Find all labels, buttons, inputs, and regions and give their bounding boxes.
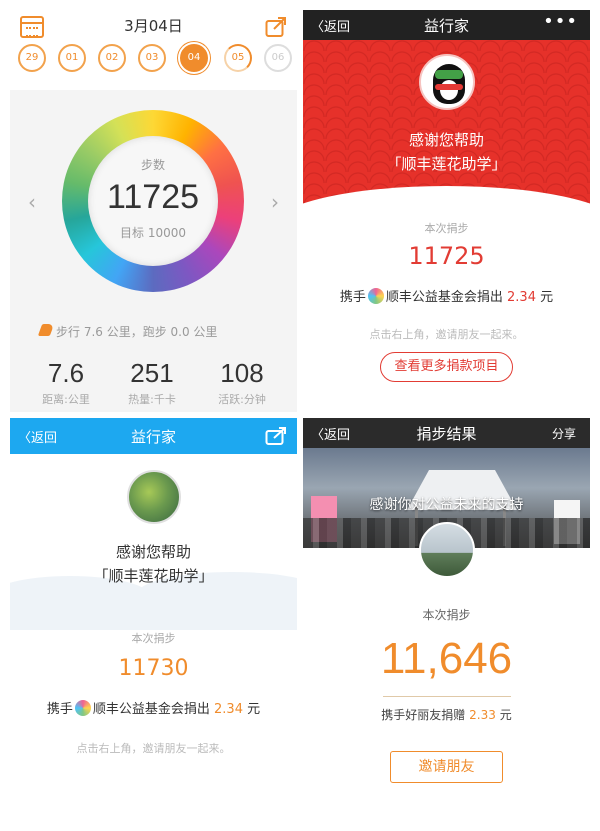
nav-title: 捐步结果 bbox=[416, 425, 477, 443]
invite-hint: 点击右上角，邀请朋友一起来。 bbox=[76, 742, 231, 755]
share-icon[interactable] bbox=[265, 426, 287, 446]
stat-label: 距离:公里 bbox=[42, 393, 90, 406]
donation-panel-blue: 〈返回 益行家 感谢您帮助 「顺丰莲花助学」 本次捐步 11730 携手 顺丰公益… bbox=[10, 418, 297, 818]
nav-bar: 〈返回 益行家 ••• bbox=[303, 10, 590, 40]
donor-unit: 元 bbox=[540, 290, 554, 305]
donor-line: 携手好丽友捐赠 2.33 元 bbox=[303, 706, 590, 723]
donor-unit: 元 bbox=[247, 702, 261, 717]
step-progress-ring: 步数 11725 目标 10000 bbox=[62, 110, 244, 292]
donor-amount: 2.34 bbox=[214, 702, 243, 717]
next-day-chevron-icon[interactable]: › bbox=[271, 190, 279, 214]
nav-title: 益行家 bbox=[130, 428, 176, 446]
day-04-selected[interactable]: 04 bbox=[180, 44, 208, 72]
donor-text: 携手好丽友捐赠 bbox=[381, 708, 466, 722]
charity-logo-icon bbox=[74, 700, 91, 716]
day-06: 06 bbox=[264, 44, 292, 72]
day-02[interactable]: 02 bbox=[98, 44, 126, 72]
thanks-message: 感谢您帮助 「顺丰莲花助学」 bbox=[10, 540, 297, 588]
invite-hint: 点击右上角，邀请朋友一起来。 bbox=[369, 328, 524, 341]
steps-value: 11725 bbox=[106, 178, 200, 216]
donate-label: 本次捐步 bbox=[422, 608, 471, 622]
steps-label: 步数 bbox=[140, 158, 165, 172]
donate-label: 本次捐步 bbox=[424, 222, 469, 235]
donor-unit: 元 bbox=[499, 708, 512, 722]
lake-avatar bbox=[419, 522, 475, 578]
more-projects-button[interactable]: 查看更多捐款项目 bbox=[380, 352, 513, 382]
nav-bar: 〈返回 益行家 bbox=[10, 418, 297, 454]
tracker-header: 3月04日 29 01 02 03 04 05 06 bbox=[10, 10, 297, 90]
donation-panel-red: 〈返回 益行家 ••• 感谢您帮助 「顺丰莲花助学」 本次捐步 11725 携手… bbox=[303, 10, 590, 412]
donor-amount: 2.33 bbox=[469, 708, 496, 722]
leaf-avatar bbox=[127, 470, 181, 524]
donate-steps-value: 11,646 bbox=[380, 634, 513, 683]
step-tracker-panel: 3月04日 29 01 02 03 04 05 06 ‹ › 步数 11725 … bbox=[10, 10, 297, 412]
thanks-line-1: 感谢您帮助 bbox=[408, 131, 484, 149]
nav-bar: 〈返回 捐步结果 分享 bbox=[303, 418, 590, 448]
donate-steps-value: 11730 bbox=[118, 656, 189, 681]
penguin-scarf bbox=[435, 84, 463, 90]
thanks-line-2: 「顺丰莲花助学」 bbox=[386, 155, 507, 173]
prev-day-chevron-icon[interactable]: ‹ bbox=[28, 190, 36, 214]
day-05[interactable]: 05 bbox=[224, 44, 252, 72]
penguin-belly bbox=[440, 80, 458, 100]
stat-distance: 7.6 距离:公里 bbox=[26, 358, 106, 407]
ring-center: 步数 11725 目标 10000 bbox=[88, 136, 218, 266]
steps-goal: 目标 10000 bbox=[120, 226, 186, 240]
stat-active: 108 活跃:分钟 bbox=[202, 358, 282, 407]
share-button[interactable]: 分享 bbox=[552, 425, 576, 442]
donor-prefix: 携手 bbox=[46, 702, 73, 717]
donor-line: 携手 顺丰公益基金会捐出 2.34 元 bbox=[303, 286, 590, 305]
day-03[interactable]: 03 bbox=[138, 44, 166, 72]
charity-logo-icon bbox=[367, 288, 384, 304]
divider bbox=[383, 696, 511, 697]
invite-friends-button[interactable]: 邀请朋友 bbox=[390, 751, 503, 783]
donor-org: 顺丰公益基金会捐出 bbox=[92, 702, 210, 717]
stat-calories: 251 热量:千卡 bbox=[112, 358, 192, 407]
date-title: 3月04日 bbox=[124, 17, 183, 35]
day-01[interactable]: 01 bbox=[58, 44, 86, 72]
donor-prefix: 携手 bbox=[339, 290, 366, 305]
stat-value: 251 bbox=[130, 358, 174, 388]
banner-text: 感谢你对公益未来的支持 bbox=[369, 497, 524, 513]
day-29[interactable]: 29 bbox=[18, 44, 46, 72]
stat-label: 活跃:分钟 bbox=[218, 393, 266, 406]
donor-org: 顺丰公益基金会捐出 bbox=[385, 290, 503, 305]
share-icon[interactable] bbox=[265, 16, 287, 38]
donate-steps-value: 11725 bbox=[408, 242, 485, 270]
more-dots-icon[interactable]: ••• bbox=[543, 11, 578, 32]
donation-result-panel: 〈返回 捐步结果 分享 感谢你对公益未来的支持 本次捐步 11,646 携手好丽… bbox=[303, 418, 590, 818]
hills-decoration bbox=[10, 572, 297, 630]
thanks-line-2: 「顺丰莲花助学」 bbox=[93, 567, 214, 585]
qq-penguin-avatar bbox=[419, 54, 475, 110]
shoe-icon bbox=[37, 324, 55, 336]
stat-label: 热量:千卡 bbox=[128, 393, 176, 406]
day-selector: 29 01 02 03 04 05 06 bbox=[18, 44, 292, 76]
thanks-line-1: 感谢您帮助 bbox=[115, 543, 191, 561]
penguin-glasses bbox=[435, 70, 463, 79]
donor-line: 携手 顺丰公益基金会捐出 2.34 元 bbox=[10, 698, 297, 717]
stat-value: 7.6 bbox=[47, 358, 85, 388]
thanks-message: 感谢您帮助 「顺丰莲花助学」 bbox=[303, 128, 590, 176]
donate-label: 本次捐步 bbox=[131, 632, 176, 645]
stat-value: 108 bbox=[220, 358, 264, 388]
donor-amount: 2.34 bbox=[507, 290, 536, 305]
walk-run-summary: 步行 7.6 公里，跑步 0.0 公里 bbox=[56, 325, 218, 339]
